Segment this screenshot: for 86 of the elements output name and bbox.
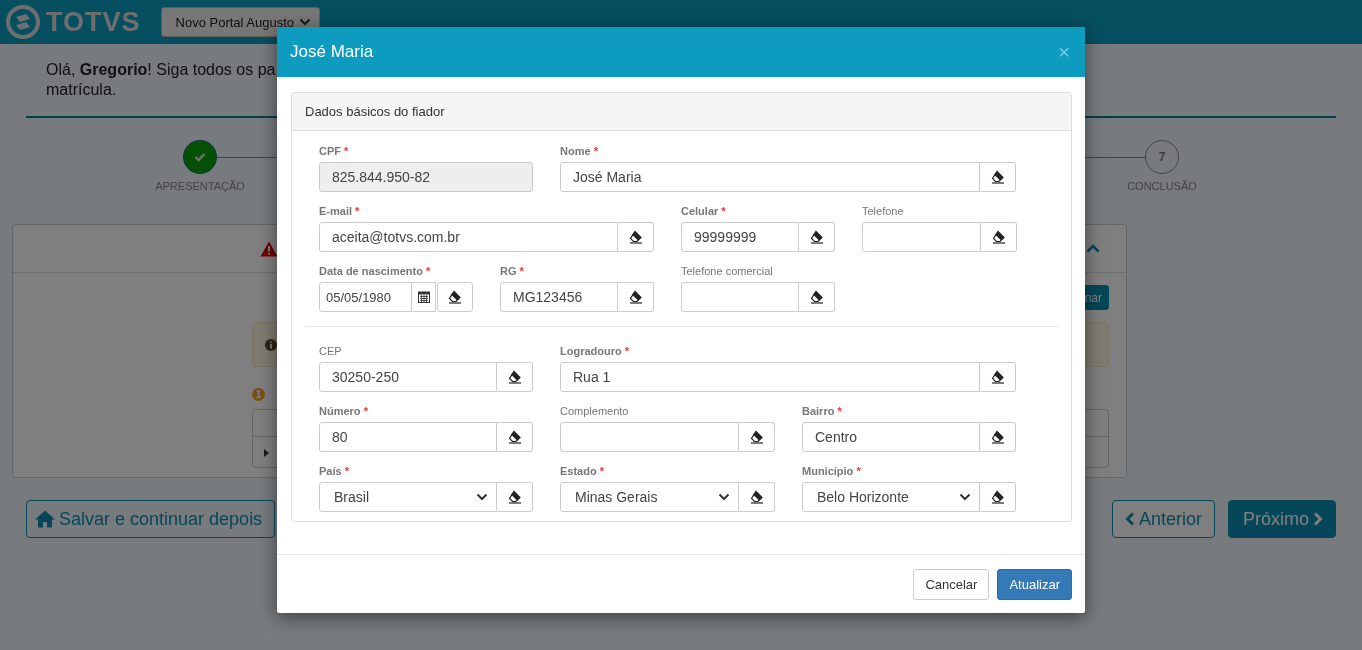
text-field[interactable]: 825.844.950-82 [319, 162, 533, 192]
field-label: País * [319, 464, 350, 478]
clear-button[interactable] [799, 282, 835, 312]
select-field[interactable]: Minas Gerais [560, 482, 739, 512]
text-field[interactable]: José Maria [560, 162, 980, 192]
field-label: RG * [500, 264, 525, 278]
text-field[interactable]: 30250-250 [319, 362, 497, 392]
home-icon [35, 510, 55, 528]
info-icon [265, 338, 277, 351]
cancel-button[interactable]: Cancelar [913, 568, 990, 600]
text-field[interactable]: 80 [319, 422, 497, 452]
clear-button[interactable] [497, 422, 533, 452]
clear-button[interactable] [618, 282, 654, 312]
eraser-icon [809, 230, 824, 244]
calendar-icon [417, 291, 430, 303]
update-button[interactable]: Atualizar [997, 568, 1072, 600]
field-label: Número * [319, 404, 369, 418]
date-field[interactable]: 05/05/1980 [319, 282, 412, 312]
field-label: Data de nascimento * [319, 264, 432, 278]
eraser-icon [991, 230, 1006, 244]
field-label: CEP [319, 344, 343, 358]
eraser-icon [507, 430, 522, 444]
clear-button[interactable] [497, 362, 533, 392]
eraser-icon [749, 490, 764, 504]
text-field[interactable] [560, 422, 739, 452]
logo-icon [6, 5, 40, 39]
eraser-icon [628, 230, 643, 244]
modal-title: José Maria [290, 42, 374, 62]
greeting-text: Olá, Gregorio! Siga todos os pa matrícula. [46, 60, 277, 100]
clear-button[interactable] [980, 362, 1016, 392]
text-field[interactable]: Centro [802, 422, 980, 452]
clear-button[interactable] [497, 482, 533, 512]
eraser-icon [990, 370, 1005, 384]
chevron-down-icon [476, 493, 488, 501]
clear-button[interactable] [980, 482, 1016, 512]
eraser-icon [749, 430, 764, 444]
select-field[interactable]: Belo Horizonte [802, 482, 980, 512]
chevron-left-icon [1124, 512, 1135, 526]
check-icon [194, 152, 206, 162]
text-field[interactable]: 99999999 [681, 222, 799, 252]
eraser-icon [809, 290, 824, 304]
step-label: APRESENTAÇÃO [155, 180, 245, 192]
text-field[interactable]: MG123456 [500, 282, 618, 312]
eraser-icon [990, 430, 1005, 444]
clear-button[interactable] [980, 162, 1016, 192]
portal-select[interactable]: Novo Portal Augusto [160, 7, 320, 37]
field-label: Logradouro * [560, 344, 631, 358]
chevron-down-icon [718, 493, 730, 501]
chevron-right-icon [1313, 512, 1323, 526]
clear-button[interactable] [739, 422, 775, 452]
clear-button[interactable] [618, 222, 654, 252]
field-label: Celular * [681, 204, 727, 218]
clear-button[interactable] [739, 482, 775, 512]
field-label: Estado * [560, 464, 606, 478]
text-field[interactable]: aceita@totvs.com.br [319, 222, 618, 252]
field-label: Nome * [560, 144, 599, 158]
field-label: Telefone [862, 204, 905, 218]
select-field[interactable]: Brasil [319, 482, 497, 512]
chevron-down-icon [298, 18, 311, 26]
eraser-icon [628, 290, 643, 304]
step-circle: 7 [1145, 140, 1179, 174]
calendar-button[interactable] [412, 282, 436, 312]
text-field[interactable]: Rua 1 [560, 362, 980, 392]
eraser-icon [507, 370, 522, 384]
eraser-icon [507, 490, 522, 504]
count-badge: 1 [252, 388, 265, 401]
step-label: CONCLUSÃO [1127, 180, 1197, 192]
clear-button[interactable] [799, 222, 835, 252]
field-label: Complemento [560, 404, 630, 418]
clear-button[interactable] [980, 422, 1016, 452]
text-field[interactable] [681, 282, 799, 312]
field-label: CPF * [319, 144, 350, 158]
caret-icon[interactable] [264, 448, 269, 457]
field-label: Município * [802, 464, 862, 478]
text-field[interactable] [862, 222, 981, 252]
eraser-icon [990, 490, 1005, 504]
eraser-icon [448, 290, 462, 304]
section-title: Dados básicos do fiador [305, 104, 445, 119]
field-label: Telefone comercial [681, 264, 774, 278]
clear-button[interactable] [437, 282, 473, 312]
field-label: E-mail * [319, 204, 361, 218]
logo-text: TOTVS [46, 6, 141, 38]
field-label: Bairro * [802, 404, 843, 418]
chevron-down-icon [959, 493, 971, 501]
clear-button[interactable] [981, 222, 1017, 252]
eraser-icon [990, 170, 1005, 184]
